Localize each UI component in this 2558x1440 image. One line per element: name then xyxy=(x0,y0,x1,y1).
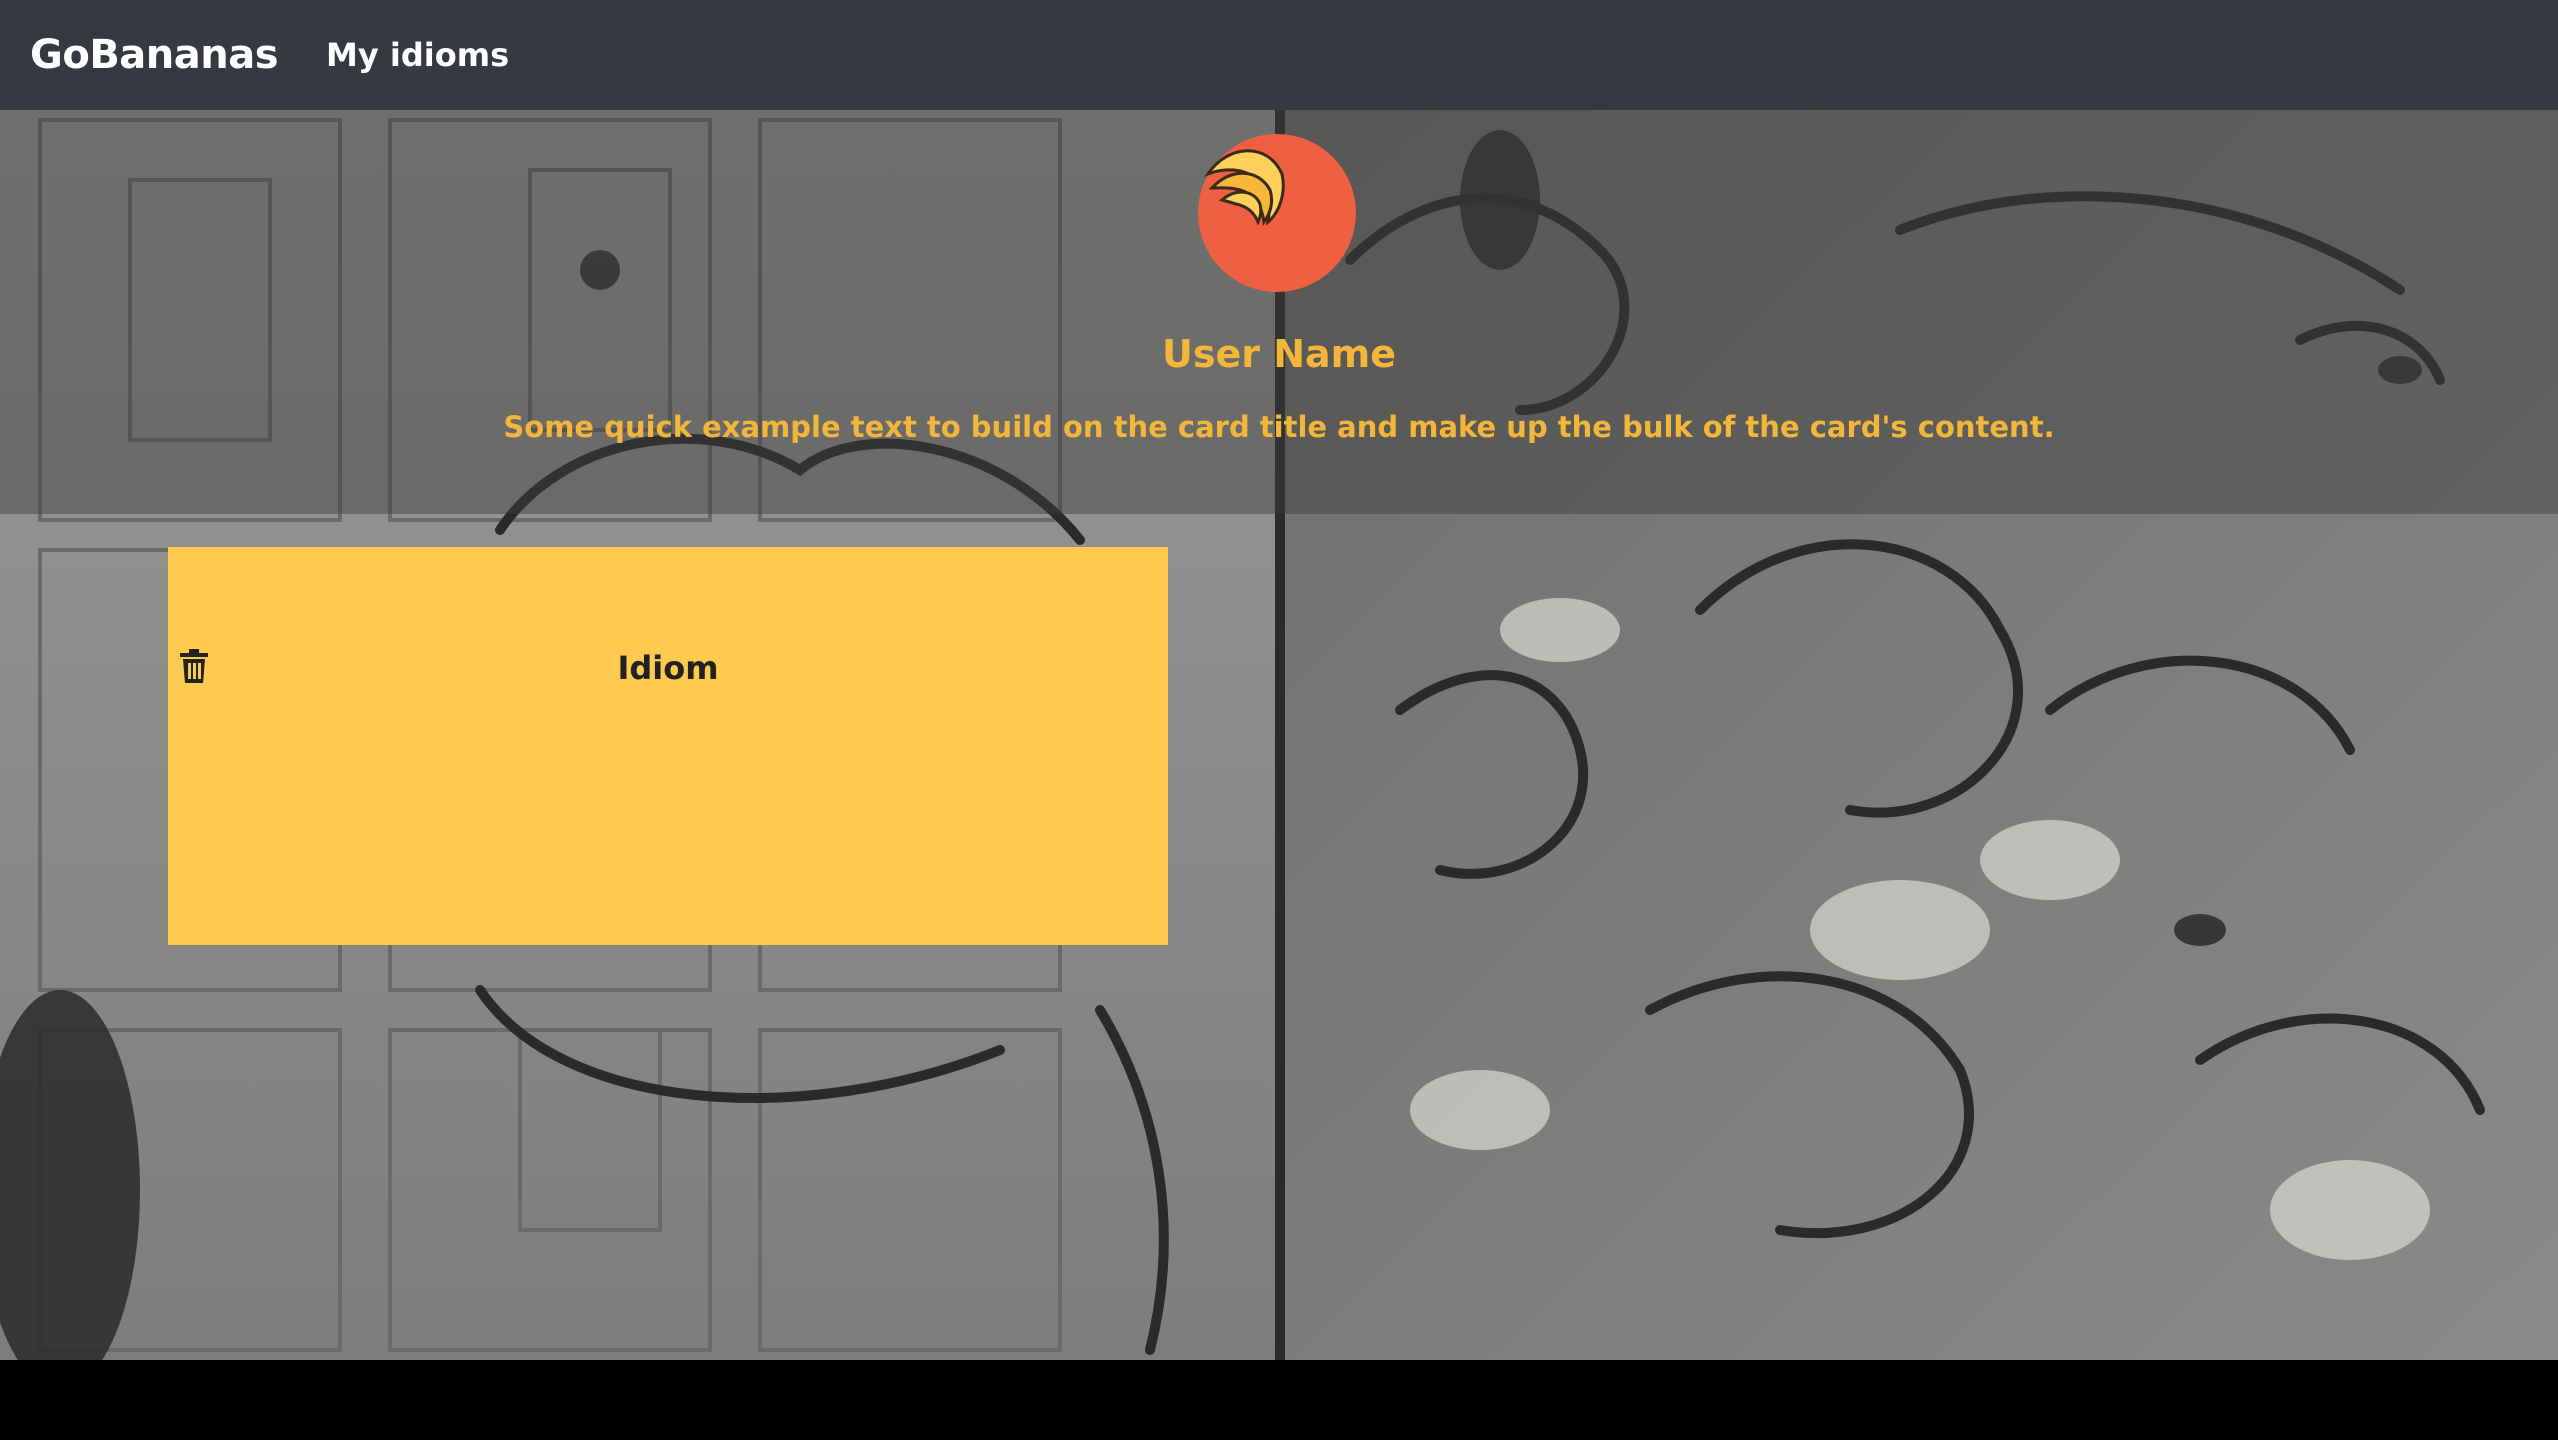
avatar xyxy=(1198,134,1356,292)
trash-icon[interactable] xyxy=(178,649,210,683)
nav-link-my-idioms[interactable]: My idioms xyxy=(326,36,509,74)
idiom-title: Idiom xyxy=(168,649,1168,687)
idiom-card[interactable]: Idiom xyxy=(168,547,1168,945)
idiom-label: Idiom xyxy=(617,649,719,687)
navbar: GoBananas My idioms xyxy=(0,0,2558,110)
user-name: User Name xyxy=(1161,332,1397,376)
brand-link[interactable]: GoBananas xyxy=(30,32,279,78)
profile-header: User Name Some quick example text to bui… xyxy=(0,110,2558,514)
background-mural: User Name Some quick example text to bui… xyxy=(0,110,2558,1360)
user-description: Some quick example text to build on the … xyxy=(503,410,2055,444)
banana-logo-icon xyxy=(1204,149,1285,226)
